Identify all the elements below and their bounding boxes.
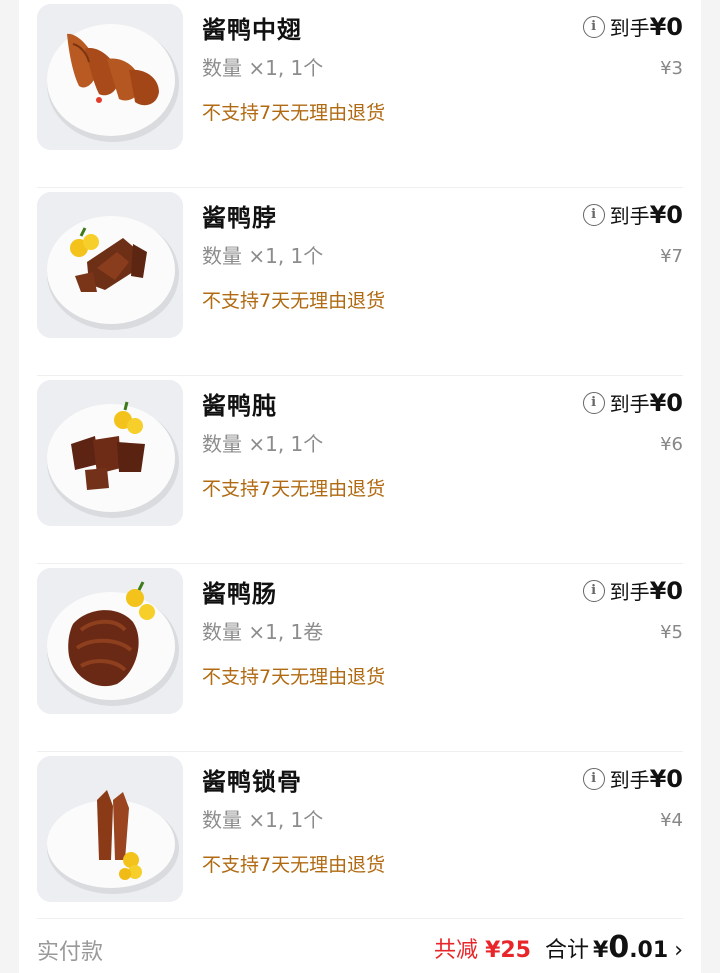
total-label: 合计 xyxy=(545,938,590,963)
discount-summary: 共减 ¥25 xyxy=(434,932,531,964)
product-name: 酱鸭肠 xyxy=(202,580,277,608)
product-image xyxy=(37,568,183,714)
arrive-price-label: 到手 xyxy=(609,392,650,416)
order-items-card: 酱鸭中翅 数量 ×1, 1个 不支持7天无理由退货 i 到手 ¥0 ¥3 酱鸭脖… xyxy=(19,0,701,973)
product-name: 酱鸭肫 xyxy=(202,392,277,420)
product-image xyxy=(37,756,183,902)
arrive-price-value: ¥0 xyxy=(649,388,683,417)
arrive-price-value: ¥0 xyxy=(649,12,683,41)
chevron-right-icon[interactable]: › xyxy=(674,938,683,963)
return-policy-note: 不支持7天无理由退货 xyxy=(202,478,386,500)
original-price: ¥3 xyxy=(660,58,683,79)
original-price: ¥4 xyxy=(660,810,683,831)
arrive-price-value: ¥0 xyxy=(649,764,683,793)
arrive-price-value: ¥0 xyxy=(649,200,683,229)
payment-summary[interactable]: 实付款 共减 ¥25 合计 ¥ 0 .01 › xyxy=(19,918,701,973)
return-policy-note: 不支持7天无理由退货 xyxy=(202,666,386,688)
info-icon[interactable]: i xyxy=(582,767,605,790)
arrive-price: i 到手 ¥0 xyxy=(582,576,683,605)
product-image xyxy=(37,4,183,150)
original-price: ¥5 xyxy=(660,622,683,643)
order-item[interactable]: 酱鸭肠 数量 ×1, 1卷 不支持7天无理由退货 i 到手 ¥0 ¥5 xyxy=(19,564,701,752)
discount-value: ¥25 xyxy=(485,938,531,963)
info-icon[interactable]: i xyxy=(582,15,605,38)
total-decimal: .01 xyxy=(629,938,669,963)
product-image xyxy=(37,380,183,526)
product-image xyxy=(37,192,183,338)
arrive-price: i 到手 ¥0 xyxy=(582,388,683,417)
paid-label: 实付款 xyxy=(37,940,104,965)
info-icon[interactable]: i xyxy=(582,579,605,602)
total-summary[interactable]: 共减 ¥25 合计 ¥ 0 .01 › xyxy=(434,930,683,965)
order-item[interactable]: 酱鸭脖 数量 ×1, 1个 不支持7天无理由退货 i 到手 ¥0 ¥7 xyxy=(19,188,701,376)
product-name: 酱鸭中翅 xyxy=(202,16,302,44)
info-icon[interactable]: i xyxy=(582,391,605,414)
order-item[interactable]: 酱鸭肫 数量 ×1, 1个 不支持7天无理由退货 i 到手 ¥0 ¥6 xyxy=(19,376,701,564)
order-item[interactable]: 酱鸭锁骨 数量 ×1, 1个 不支持7天无理由退货 i 到手 ¥0 ¥4 xyxy=(19,752,701,940)
total-currency: ¥ xyxy=(593,938,609,963)
discount-label: 共减 xyxy=(434,938,479,963)
info-icon[interactable]: i xyxy=(582,203,605,226)
product-quantity: 数量 ×1, 1个 xyxy=(202,244,324,268)
return-policy-note: 不支持7天无理由退货 xyxy=(202,290,386,312)
arrive-price-label: 到手 xyxy=(609,580,650,604)
arrive-price-label: 到手 xyxy=(609,204,650,228)
return-policy-note: 不支持7天无理由退货 xyxy=(202,102,386,124)
arrive-price: i 到手 ¥0 xyxy=(582,12,683,41)
product-name: 酱鸭脖 xyxy=(202,204,277,232)
original-price: ¥6 xyxy=(660,434,683,455)
total-integer: 0 xyxy=(608,930,630,965)
arrive-price: i 到手 ¥0 xyxy=(582,764,683,793)
arrive-price-label: 到手 xyxy=(609,768,650,792)
divider xyxy=(37,918,683,919)
product-quantity: 数量 ×1, 1个 xyxy=(202,56,324,80)
product-quantity: 数量 ×1, 1卷 xyxy=(202,620,324,644)
arrive-price-label: 到手 xyxy=(609,16,650,40)
product-name: 酱鸭锁骨 xyxy=(202,768,302,796)
arrive-price-value: ¥0 xyxy=(649,576,683,605)
arrive-price: i 到手 ¥0 xyxy=(582,200,683,229)
product-quantity: 数量 ×1, 1个 xyxy=(202,432,324,456)
return-policy-note: 不支持7天无理由退货 xyxy=(202,854,386,876)
order-item[interactable]: 酱鸭中翅 数量 ×1, 1个 不支持7天无理由退货 i 到手 ¥0 ¥3 xyxy=(19,0,701,188)
original-price: ¥7 xyxy=(660,246,683,267)
product-quantity: 数量 ×1, 1个 xyxy=(202,808,324,832)
